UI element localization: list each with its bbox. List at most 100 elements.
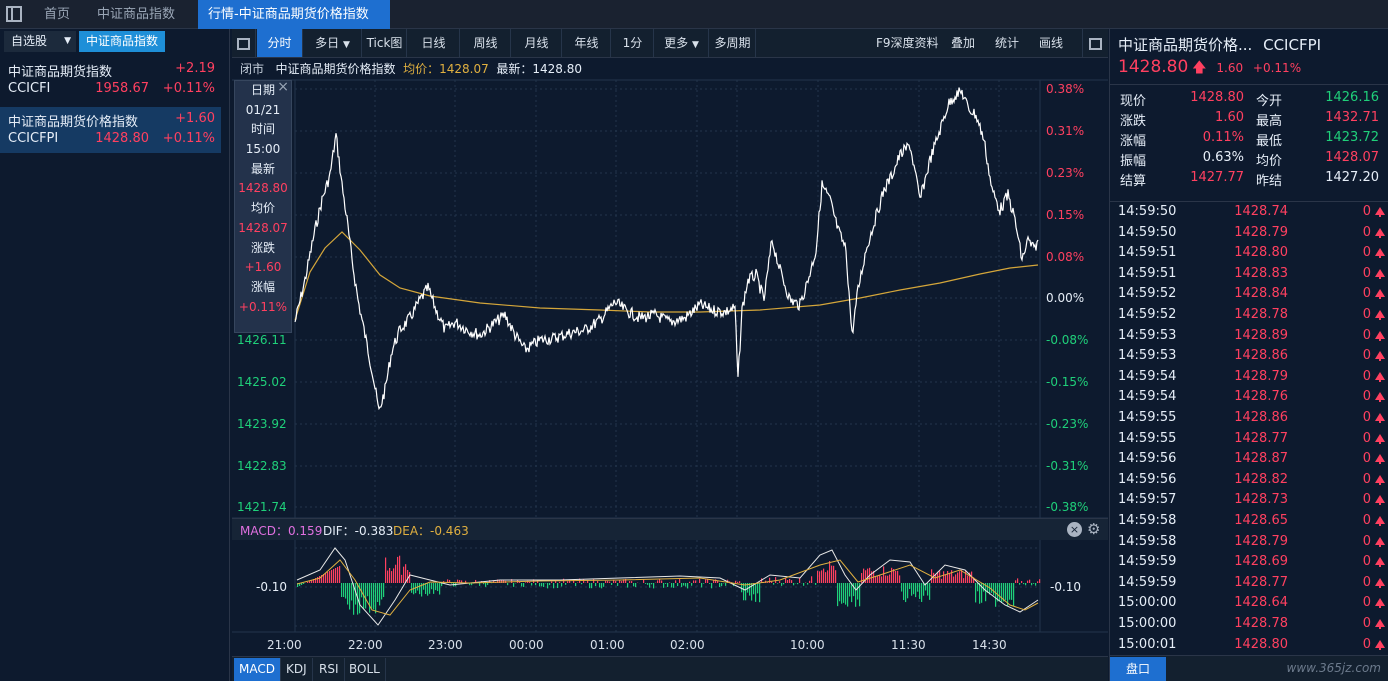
quote-title: 中证商品期货价格...	[1118, 36, 1253, 54]
macd-bar	[659, 579, 661, 583]
macd-bar	[701, 583, 703, 588]
tab-boll[interactable]: BOLL	[344, 658, 386, 681]
pct-tick: -0.31%	[1046, 459, 1089, 473]
macd-bar	[967, 575, 969, 583]
macd-bar	[957, 572, 959, 583]
macd-bar	[803, 583, 805, 586]
macd-bar	[831, 565, 833, 583]
tooltip-latest-value: 1428.80	[238, 181, 288, 196]
order-book-button[interactable]: 盘口	[1110, 657, 1166, 681]
tick-row[interactable]: 14:59:58 1428.79 0	[1110, 532, 1388, 553]
macd-bar	[909, 583, 911, 590]
macd-bar	[895, 571, 897, 583]
macd-bar	[773, 583, 775, 585]
macd-bar	[653, 583, 655, 589]
macd-bar	[975, 583, 977, 603]
macd-bar	[1037, 581, 1039, 583]
macd-bar	[793, 583, 795, 586]
macd-bar	[345, 583, 347, 599]
close-icon[interactable]: ×	[277, 79, 289, 95]
macd-bar	[919, 583, 921, 599]
pct-tick: -0.38%	[1046, 500, 1089, 514]
tick-row[interactable]: 14:59:51 1428.80 0	[1110, 243, 1388, 264]
up-arrow-icon	[1375, 310, 1385, 320]
macd-bar	[373, 583, 375, 610]
macd-bar	[333, 569, 335, 583]
tick-time: 14:59:57	[1118, 492, 1177, 508]
tick-row[interactable]: 14:59:53 1428.89 0	[1110, 326, 1388, 347]
tick-row[interactable]: 15:00:00 1428.64 0	[1110, 593, 1388, 614]
close-icon[interactable]: ×	[1067, 522, 1082, 537]
macd-bar	[389, 567, 391, 583]
stat-label: 结算	[1120, 174, 1147, 189]
gear-icon[interactable]: ⚙	[1087, 520, 1100, 538]
tick-row[interactable]: 14:59:52 1428.78 0	[1110, 305, 1388, 326]
macd-bar	[551, 581, 553, 583]
macd-bar	[815, 583, 817, 585]
tab-kdj[interactable]: KDJ	[281, 658, 313, 681]
macd-bar	[687, 583, 689, 589]
macd-bar	[955, 574, 957, 583]
tick-row[interactable]: 14:59:54 1428.79 0	[1110, 367, 1388, 388]
macd-bar	[903, 583, 905, 601]
macd-bar	[739, 581, 741, 583]
tick-row[interactable]: 14:59:55 1428.77 0	[1110, 429, 1388, 450]
macd-bar	[439, 583, 441, 595]
tick-row[interactable]: 14:59:57 1428.73 0	[1110, 490, 1388, 511]
watermark: www.365jz.com	[1286, 661, 1381, 675]
up-arrow-icon	[1375, 413, 1385, 423]
macd-bar	[767, 582, 769, 583]
tick-row[interactable]: 14:59:56 1428.87 0	[1110, 449, 1388, 470]
tick-row[interactable]: 14:59:50 1428.74 0	[1110, 202, 1388, 223]
tick-volume: 0	[1362, 224, 1371, 240]
macd-bar	[339, 566, 341, 583]
macd-bar	[367, 583, 369, 597]
macd-bar	[1019, 583, 1021, 585]
macd-bar	[369, 583, 371, 613]
tick-row[interactable]: 14:59:52 1428.84 0	[1110, 284, 1388, 305]
stat-label: 最低	[1256, 134, 1283, 149]
macd-bar	[1005, 583, 1007, 601]
tick-row[interactable]: 14:59:58 1428.65 0	[1110, 511, 1388, 532]
macd-bar	[977, 583, 979, 592]
tick-time: 14:59:55	[1118, 430, 1177, 446]
macd-bar	[1031, 583, 1033, 586]
macd-bar	[843, 583, 845, 603]
tick-row[interactable]: 14:59:50 1428.79 0	[1110, 223, 1388, 244]
macd-bar	[885, 575, 887, 583]
macd-bar	[483, 583, 485, 585]
time-tick: 10:00	[790, 638, 825, 652]
tick-row[interactable]: 14:59:54 1428.76 0	[1110, 387, 1388, 408]
macd-bar	[627, 583, 629, 588]
tick-row[interactable]: 14:59:51 1428.83 0	[1110, 264, 1388, 285]
tab-rsi[interactable]: RSI	[314, 658, 345, 681]
macd-bar	[307, 582, 309, 583]
macd-bar	[379, 583, 381, 606]
macd-bar	[663, 583, 665, 588]
tooltip-latest-label: 最新	[250, 161, 275, 176]
macd-axis-right: -0.10	[1050, 580, 1082, 594]
tick-row[interactable]: 14:59:55 1428.86 0	[1110, 408, 1388, 429]
macd-bar	[591, 583, 593, 589]
tick-row[interactable]: 14:59:56 1428.82 0	[1110, 470, 1388, 491]
macd-bar	[877, 575, 879, 583]
tick-row[interactable]: 15:00:01 1428.80 0	[1110, 635, 1388, 656]
macd-bar	[691, 583, 693, 586]
tick-volume: 0	[1362, 410, 1371, 425]
macd-bar	[823, 568, 825, 583]
stat-value: 0.63%	[1202, 150, 1244, 165]
macd-bar	[485, 583, 487, 587]
tick-row[interactable]: 14:59:53 1428.86 0	[1110, 346, 1388, 367]
macd-bar	[487, 583, 489, 585]
tick-time: 14:59:58	[1118, 533, 1177, 549]
macd-bar	[719, 583, 721, 588]
macd-bar	[605, 580, 607, 583]
tick-row[interactable]: 14:59:59 1428.69 0	[1110, 552, 1388, 573]
tick-row[interactable]: 15:00:00 1428.78 0	[1110, 614, 1388, 635]
macd-bar	[847, 583, 849, 607]
tick-volume: 0	[1362, 492, 1371, 508]
tick-row[interactable]: 14:59:59 1428.77 0	[1110, 573, 1388, 594]
tick-price: 1428.79	[1234, 533, 1288, 549]
tick-time: 15:00:01	[1118, 636, 1177, 652]
tab-macd[interactable]: MACD	[234, 658, 281, 681]
